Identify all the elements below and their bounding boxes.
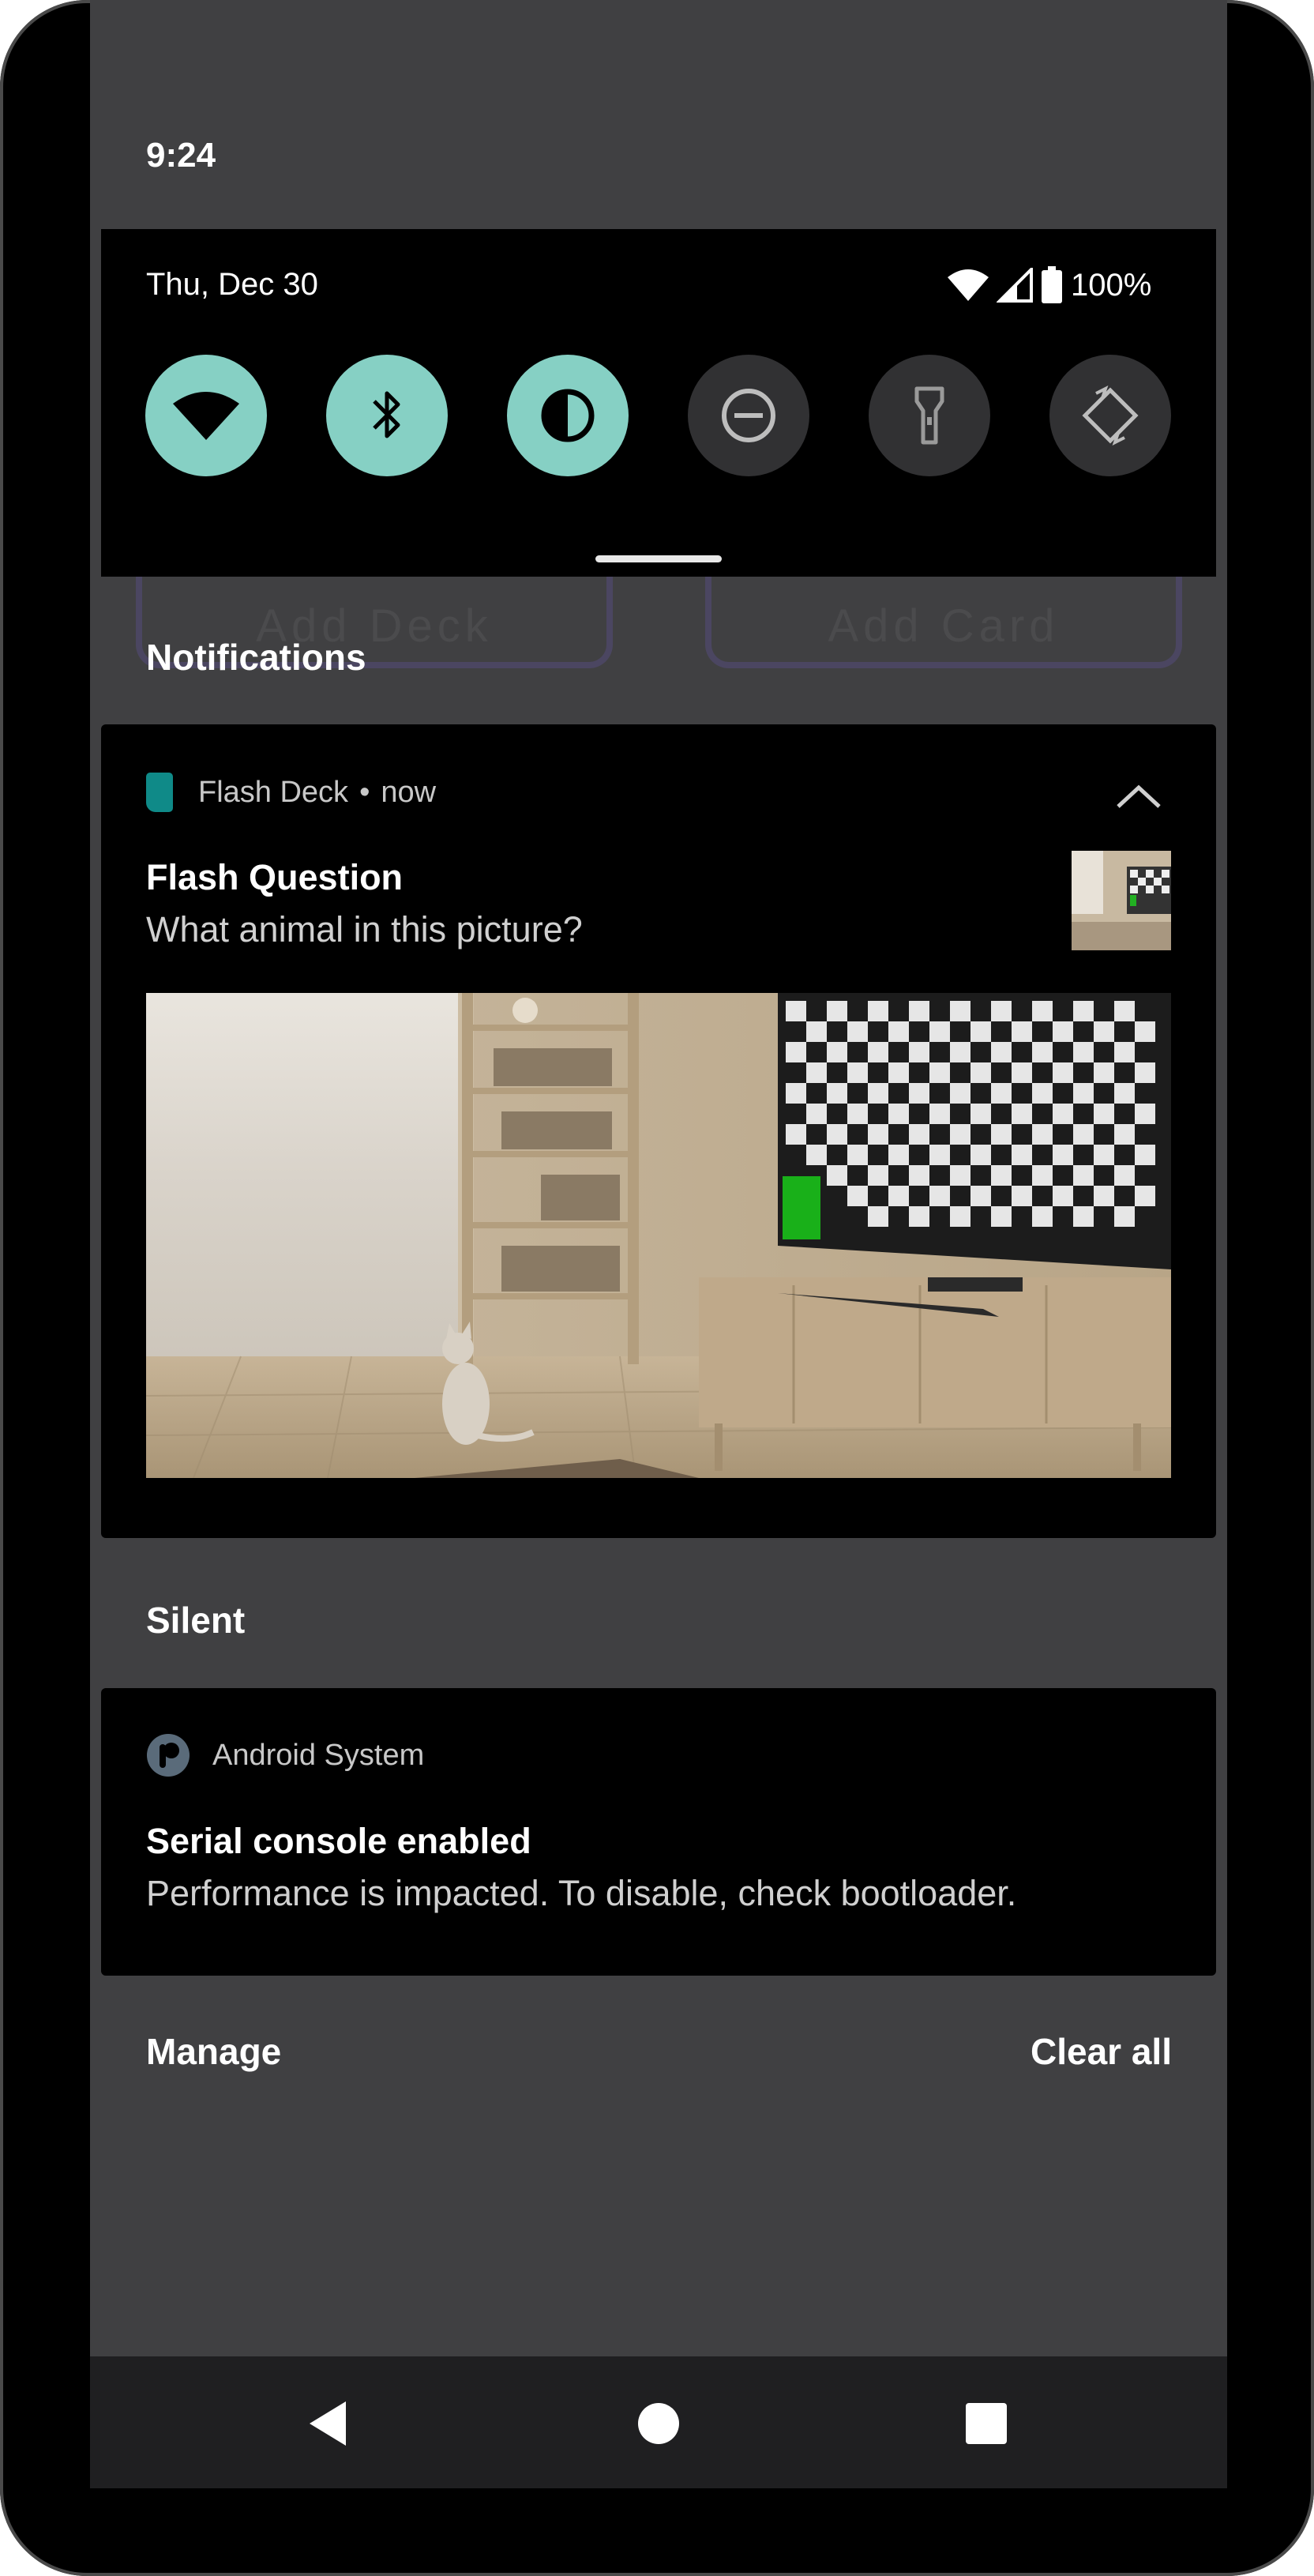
flash-deck-app-icon — [146, 773, 173, 812]
battery-percent: 100% — [1071, 267, 1152, 303]
home-icon — [638, 2403, 679, 2444]
cell-signal-icon — [997, 268, 1033, 303]
notification-text: What animal in this picture? — [146, 909, 583, 950]
status-clock: 9:24 — [146, 136, 216, 175]
android-system-icon — [147, 1734, 190, 1777]
dark-theme-tile[interactable] — [507, 355, 629, 476]
clear-all-button[interactable]: Clear all — [1031, 2030, 1172, 2073]
notification-app-row: Flash Deck • now — [146, 773, 436, 812]
do-not-disturb-tile[interactable] — [688, 355, 809, 476]
auto-rotate-icon — [1082, 385, 1139, 446]
recents-button[interactable] — [951, 2388, 1022, 2459]
notification-app-name: Android System — [212, 1738, 425, 1772]
notification-big-picture: /* checker drawn statically below */ — [146, 993, 1171, 1478]
battery-icon — [1042, 266, 1062, 303]
notifications-header: Notifications — [146, 637, 366, 678]
notification-title: Flash Question — [146, 857, 404, 897]
notification-text: Performance is impacted. To disable, che… — [146, 1873, 1017, 1913]
notification-app-name: Flash Deck — [198, 775, 349, 809]
notification-app-row: Android System — [146, 1733, 424, 1777]
back-icon — [310, 2401, 346, 2446]
bluetooth-icon — [373, 391, 400, 438]
android-system-notification[interactable]: Android System Serial console enabled Pe… — [101, 1688, 1216, 1976]
dark-theme-icon — [541, 389, 595, 442]
back-button[interactable] — [293, 2388, 364, 2459]
collapse-chevron-icon[interactable] — [1115, 783, 1162, 810]
flash-deck-notification[interactable]: Flash Deck • now Flash Question What ani… — [101, 724, 1216, 1538]
wifi-tile[interactable] — [145, 355, 267, 476]
notification-separator: • — [359, 775, 370, 809]
wifi-signal-icon — [948, 269, 989, 301]
qs-drag-handle[interactable] — [595, 555, 722, 562]
home-button[interactable] — [623, 2388, 694, 2459]
bluetooth-tile[interactable] — [326, 355, 448, 476]
room-scene-image: /* checker drawn statically below */ — [146, 993, 1171, 1478]
manage-button[interactable]: Manage — [146, 2030, 281, 2073]
navigation-bar — [90, 2356, 1227, 2488]
silent-header: Silent — [146, 1600, 246, 1641]
notification-thumbnail — [1072, 851, 1171, 950]
notification-title: Serial console enabled — [146, 1821, 531, 1861]
qs-status-icons: 100% — [948, 265, 1151, 305]
auto-rotate-tile[interactable] — [1049, 355, 1171, 476]
flashlight-icon — [914, 386, 944, 445]
qs-date[interactable]: Thu, Dec 30 — [146, 267, 318, 303]
wifi-icon — [173, 392, 239, 440]
add-card-label: Add Card — [828, 600, 1060, 652]
recents-icon — [966, 2403, 1007, 2444]
flashlight-tile[interactable] — [869, 355, 990, 476]
notification-time: now — [381, 775, 437, 809]
do-not-disturb-icon — [722, 389, 775, 442]
